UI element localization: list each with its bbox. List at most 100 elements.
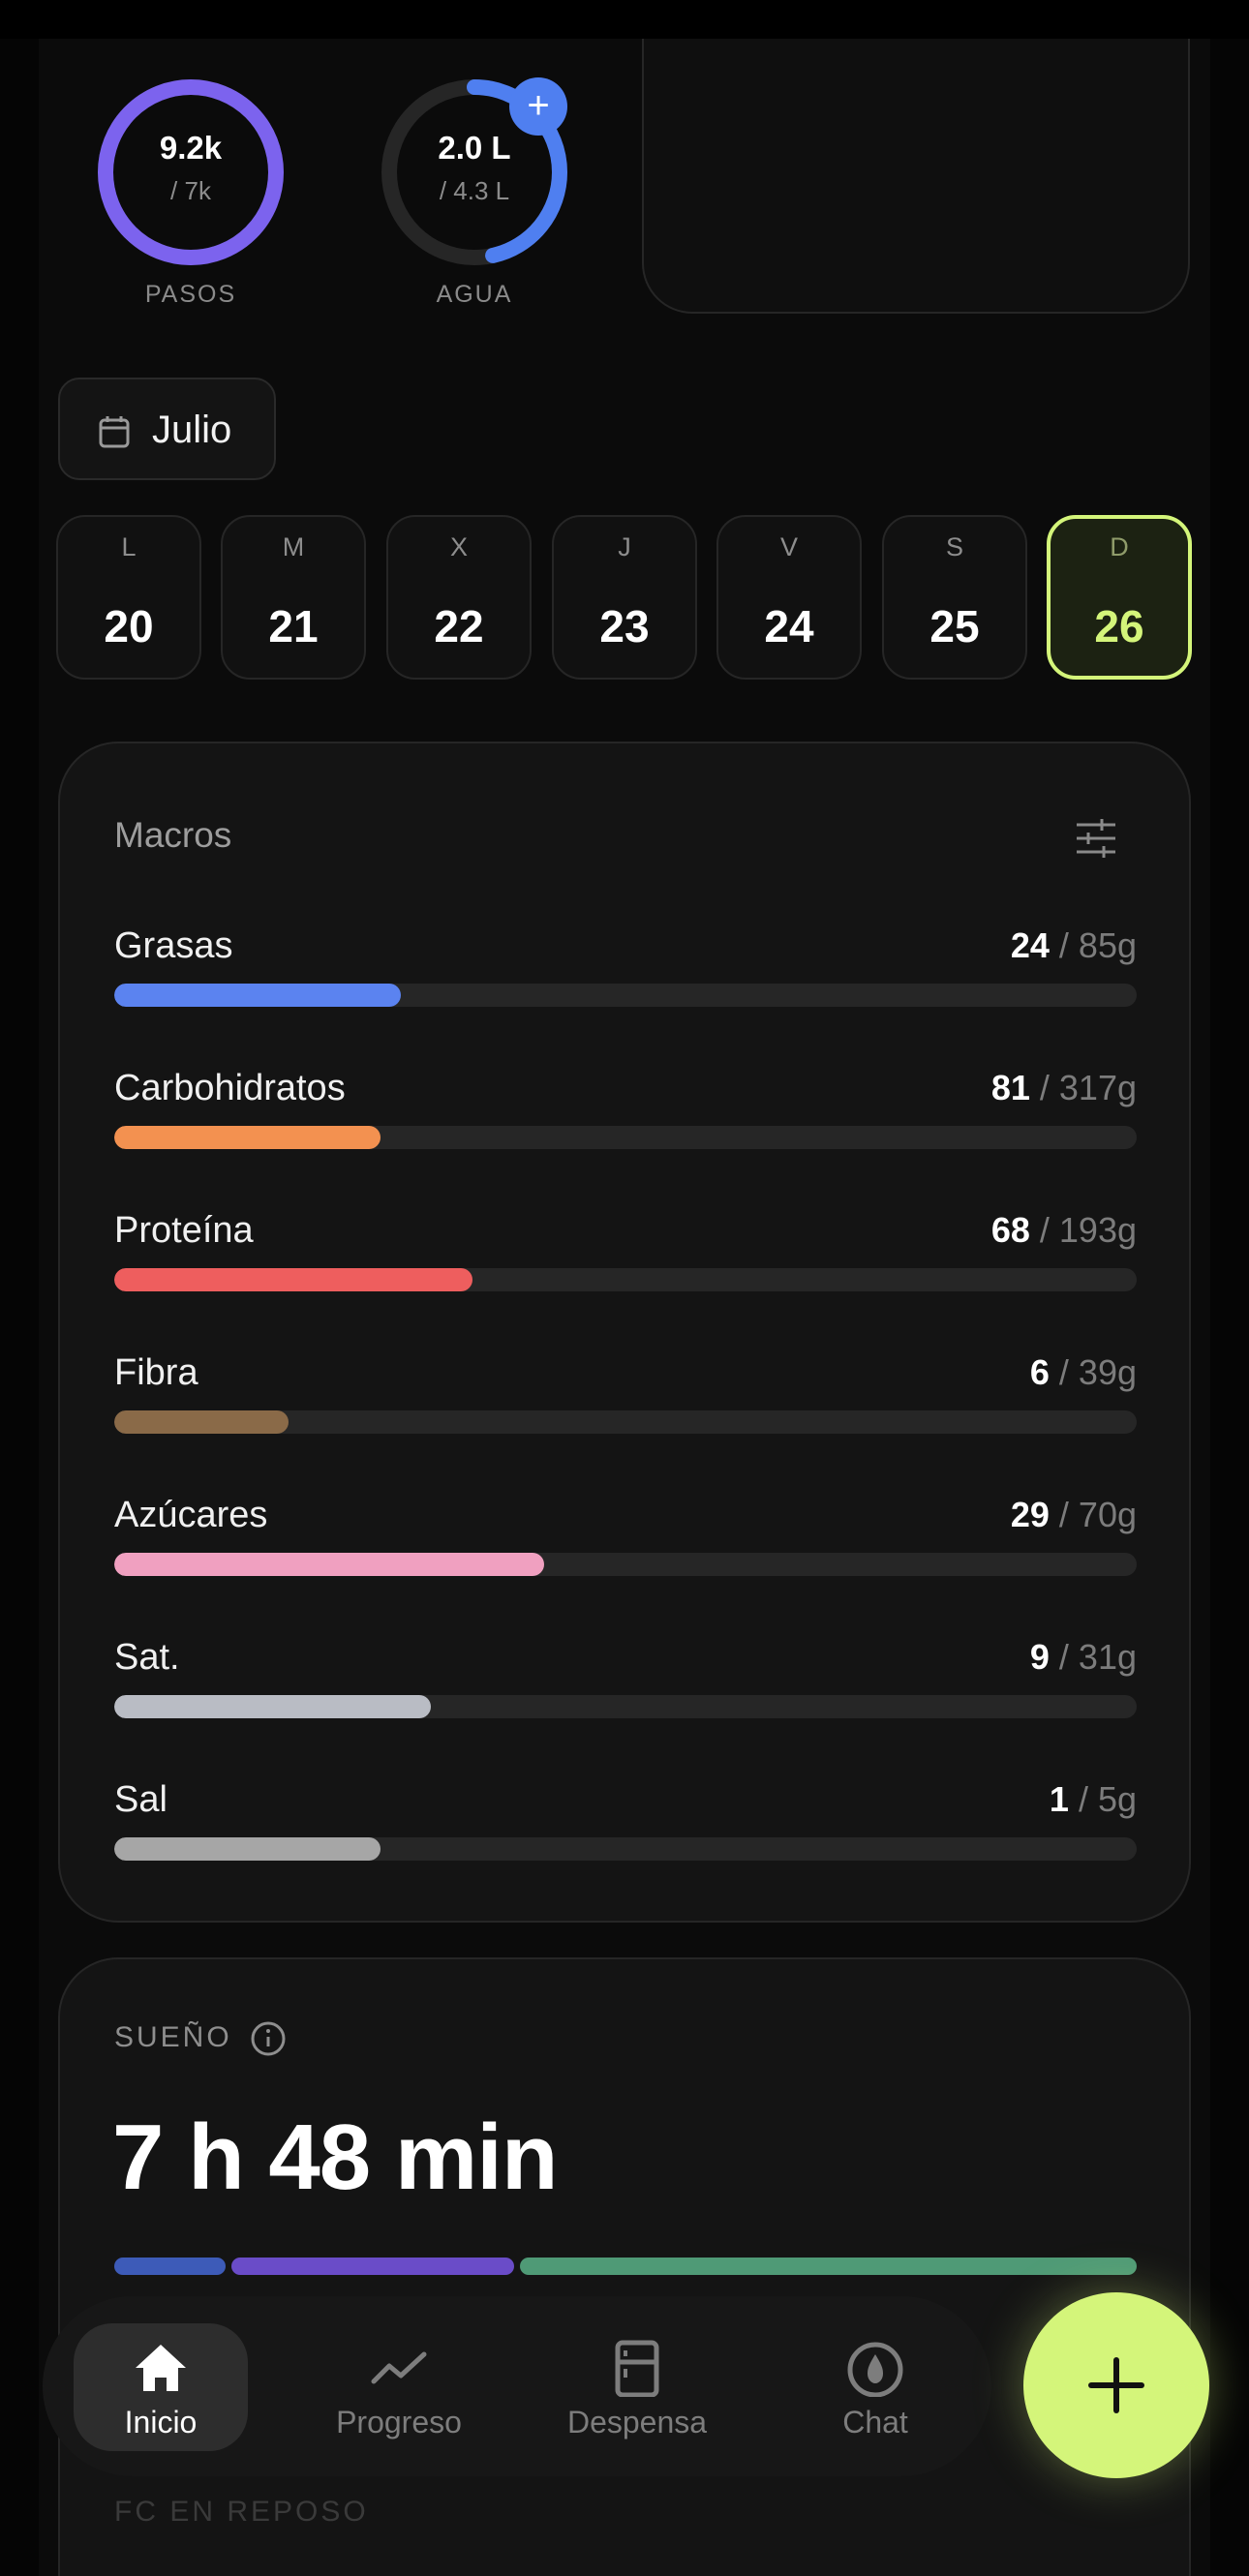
nav-label: Progreso <box>336 2405 462 2440</box>
water-goal: / 4.3 L <box>439 176 510 205</box>
summary-card[interactable] <box>642 39 1190 314</box>
macro-row: Azúcares 29 / 70g <box>114 1495 1137 1601</box>
month-label: Julio <box>152 409 232 451</box>
macro-row: Grasas 24 / 85g <box>114 925 1137 1032</box>
day-number: 20 <box>104 601 154 652</box>
plus-icon <box>1088 2357 1144 2413</box>
macro-current: 1 <box>1049 1779 1069 1819</box>
sleep-phase-rem <box>230 2258 515 2275</box>
macro-name: Proteína <box>114 1210 254 1251</box>
macro-row: Sat. 9 / 31g <box>114 1637 1137 1743</box>
macro-track <box>114 1553 1137 1576</box>
macro-track <box>114 1126 1137 1149</box>
steps-ring[interactable]: 9.2k / 7k <box>94 76 288 269</box>
day-number: 25 <box>929 601 980 652</box>
info-icon[interactable] <box>250 2020 287 2057</box>
trend-icon <box>371 2351 427 2384</box>
sleep-duration: 7 h 48 min <box>112 2106 558 2209</box>
sleep-phase-light <box>520 2258 1137 2275</box>
macro-total: / 5g <box>1068 1779 1137 1819</box>
day-button[interactable]: X 22 <box>386 515 532 680</box>
macro-track <box>114 1695 1137 1718</box>
day-button[interactable]: J 23 <box>552 515 697 680</box>
day-letter: V <box>779 532 798 561</box>
nav-item-despensa[interactable]: Despensa <box>550 2323 724 2451</box>
macro-amount: 81 / 317g <box>991 1068 1137 1108</box>
macro-track <box>114 1268 1137 1291</box>
sleep-label: SUEÑO <box>114 2021 232 2053</box>
macro-current: 6 <box>1029 1352 1050 1392</box>
macro-row: Fibra 6 / 39g <box>114 1352 1137 1459</box>
macro-row: Proteína 68 / 193g <box>114 1210 1137 1317</box>
macro-fill <box>114 1268 472 1291</box>
macro-current: 24 <box>1010 925 1050 965</box>
macro-row: Sal 1 / 5g <box>114 1779 1137 1886</box>
macro-name: Fibra <box>114 1352 198 1393</box>
macro-total: / 39g <box>1049 1352 1137 1392</box>
steps-ring-graphic <box>98 79 284 265</box>
steps-goal: / 7k <box>170 176 211 205</box>
nav-label: Chat <box>842 2405 908 2440</box>
day-letter: L <box>121 532 137 561</box>
day-number: 26 <box>1094 601 1144 652</box>
macro-row: Carbohidratos 81 / 317g <box>114 1068 1137 1174</box>
macro-amount: 9 / 31g <box>1030 1637 1137 1678</box>
macro-name: Carbohidratos <box>114 1068 346 1108</box>
macro-total: / 85g <box>1049 925 1137 965</box>
day-number: 24 <box>764 601 814 652</box>
day-number: 21 <box>268 601 319 652</box>
day-letter: S <box>945 532 963 561</box>
calendar-icon <box>99 416 130 448</box>
month-selector-button[interactable]: Julio <box>58 378 276 480</box>
macro-fill <box>114 984 401 1007</box>
day-number: 23 <box>599 601 650 652</box>
macro-total: / 31g <box>1049 1637 1137 1677</box>
steps-label: PASOS <box>144 281 237 308</box>
macro-total: / 193g <box>1029 1210 1137 1250</box>
day-button[interactable]: V 24 <box>716 515 862 680</box>
status-bar-area <box>0 0 1249 39</box>
macro-fill <box>114 1553 544 1576</box>
water-label: AGUA <box>436 281 513 308</box>
fridge-icon <box>615 2340 659 2397</box>
macro-name: Azúcares <box>114 1495 268 1535</box>
day-letter: M <box>282 532 305 561</box>
day-button[interactable]: S 25 <box>882 515 1027 680</box>
nav-item-inicio[interactable]: Inicio <box>74 2323 248 2451</box>
sleep-card[interactable]: SUEÑO 7 h 48 min <box>58 1957 1191 2576</box>
macro-amount: 29 / 70g <box>1011 1495 1137 1535</box>
macro-fill <box>114 1126 381 1149</box>
day-letter: J <box>618 532 631 561</box>
macros-title: Macros <box>114 815 232 855</box>
macro-current: 29 <box>1010 1495 1050 1534</box>
day-button[interactable]: M 21 <box>221 515 366 680</box>
macro-total: / 70g <box>1049 1495 1137 1534</box>
macro-current: 81 <box>990 1068 1030 1107</box>
macro-amount: 24 / 85g <box>1011 925 1137 966</box>
macro-name: Sal <box>114 1779 168 1820</box>
day-button[interactable]: L 20 <box>56 515 201 680</box>
day-letter: D <box>1110 532 1129 561</box>
macro-amount: 68 / 193g <box>991 1210 1137 1251</box>
macro-total: / 317g <box>1029 1068 1137 1107</box>
macro-track <box>114 1410 1137 1434</box>
nav-label: Despensa <box>566 2405 708 2440</box>
day-button-selected[interactable]: D 26 <box>1047 515 1192 680</box>
nav-item-progreso[interactable]: Progreso <box>312 2323 486 2451</box>
macro-amount: 1 / 5g <box>1050 1779 1137 1820</box>
nav-label: Inicio <box>124 2405 198 2440</box>
add-water-button[interactable]: + <box>509 77 567 136</box>
macro-track <box>114 984 1137 1007</box>
macros-card: Macros Grasas 24 / 85g Carbohidratos 81 … <box>58 742 1191 1923</box>
macro-name: Grasas <box>114 925 233 966</box>
bottom-nav: Inicio Progreso Despensa Chat <box>43 2296 991 2476</box>
plus-icon: + <box>527 84 550 127</box>
macro-fill <box>114 1695 432 1718</box>
add-button[interactable] <box>1023 2292 1209 2478</box>
macro-name: Sat. <box>114 1637 180 1678</box>
sliders-icon[interactable] <box>1075 817 1117 860</box>
flame-icon <box>847 2342 903 2397</box>
nav-item-chat[interactable]: Chat <box>788 2323 962 2451</box>
macro-current: 9 <box>1029 1637 1050 1677</box>
macro-fill <box>114 1410 289 1434</box>
